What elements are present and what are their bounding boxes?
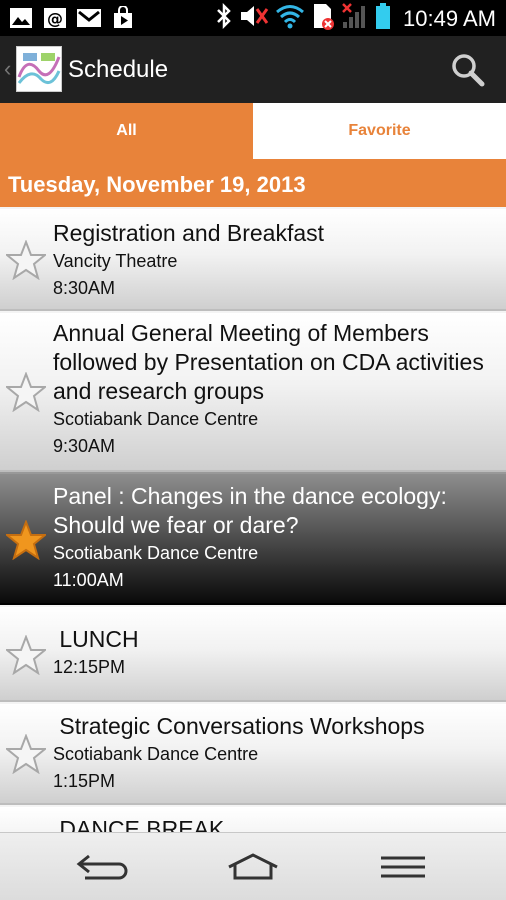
list-item[interactable]: Strategic Conversations Workshops Scotia… (0, 702, 506, 805)
search-icon[interactable] (450, 52, 486, 88)
tab-all[interactable]: All (0, 103, 253, 159)
star-outline-icon[interactable] (4, 733, 48, 775)
item-title: LUNCH (53, 626, 139, 652)
star-outline-icon[interactable] (4, 239, 48, 281)
item-title: Strategic Conversations Workshops (53, 713, 425, 739)
status-bar: @ 10:49 AM (0, 0, 506, 36)
list-item[interactable]: DANCE BREAK (0, 805, 506, 832)
wifi-icon (275, 3, 305, 34)
mute-icon (239, 3, 269, 34)
item-time: 12:15PM (53, 657, 126, 677)
sim-error-icon (311, 2, 335, 35)
action-bar: ‹ Schedule (0, 36, 506, 103)
tab-favorite[interactable]: Favorite (253, 103, 506, 159)
item-location: Scotiabank Dance Centre (53, 409, 259, 429)
app-logo-icon[interactable] (16, 46, 62, 92)
menu-icon[interactable] (373, 849, 433, 885)
star-filled-icon[interactable] (4, 519, 48, 561)
list-item[interactable]: Panel : Changes in the dance ecology: Sh… (0, 472, 506, 605)
back-icon[interactable] (72, 849, 132, 885)
gmail-icon (76, 5, 102, 31)
item-location: Scotiabank Dance Centre (53, 744, 259, 764)
item-title: Registration and Breakfast (53, 220, 325, 246)
star-outline-icon[interactable] (4, 634, 48, 676)
item-time: 1:15PM (53, 771, 116, 791)
signal-icon (341, 2, 369, 35)
page-title: Schedule (68, 56, 169, 83)
star-outline-icon[interactable] (4, 371, 48, 413)
list-item[interactable]: Registration and Breakfast Vancity Theat… (0, 207, 506, 311)
bluetooth-icon (215, 2, 233, 34)
at-sign-icon: @ (42, 5, 68, 31)
date-header: Tuesday, November 19, 2013 (0, 159, 506, 207)
home-icon[interactable] (223, 849, 283, 885)
item-time: 11:00AM (53, 570, 124, 590)
list-item[interactable]: Annual General Meeting of Members follow… (0, 311, 506, 472)
play-store-icon (110, 5, 136, 31)
tab-bar: All Favorite (0, 103, 506, 159)
image-icon (8, 5, 34, 31)
svg-text:@: @ (47, 9, 63, 28)
item-location: Scotiabank Dance Centre (53, 543, 259, 563)
item-time: 9:30AM (53, 436, 116, 456)
navigation-bar (0, 832, 506, 900)
item-title: Panel : Changes in the dance ecology: Sh… (53, 483, 447, 538)
clock: 10:49 AM (403, 5, 496, 31)
item-title: DANCE BREAK (53, 816, 225, 832)
battery-icon (375, 2, 391, 35)
up-caret-icon[interactable]: ‹ (4, 56, 11, 82)
item-title: Annual General Meeting of Members follow… (53, 320, 484, 404)
item-location: Vancity Theatre (53, 251, 178, 271)
list-item[interactable]: LUNCH 12:15PM (0, 605, 506, 702)
item-time: 8:30AM (53, 278, 116, 298)
schedule-list[interactable]: Registration and Breakfast Vancity Theat… (0, 207, 506, 832)
